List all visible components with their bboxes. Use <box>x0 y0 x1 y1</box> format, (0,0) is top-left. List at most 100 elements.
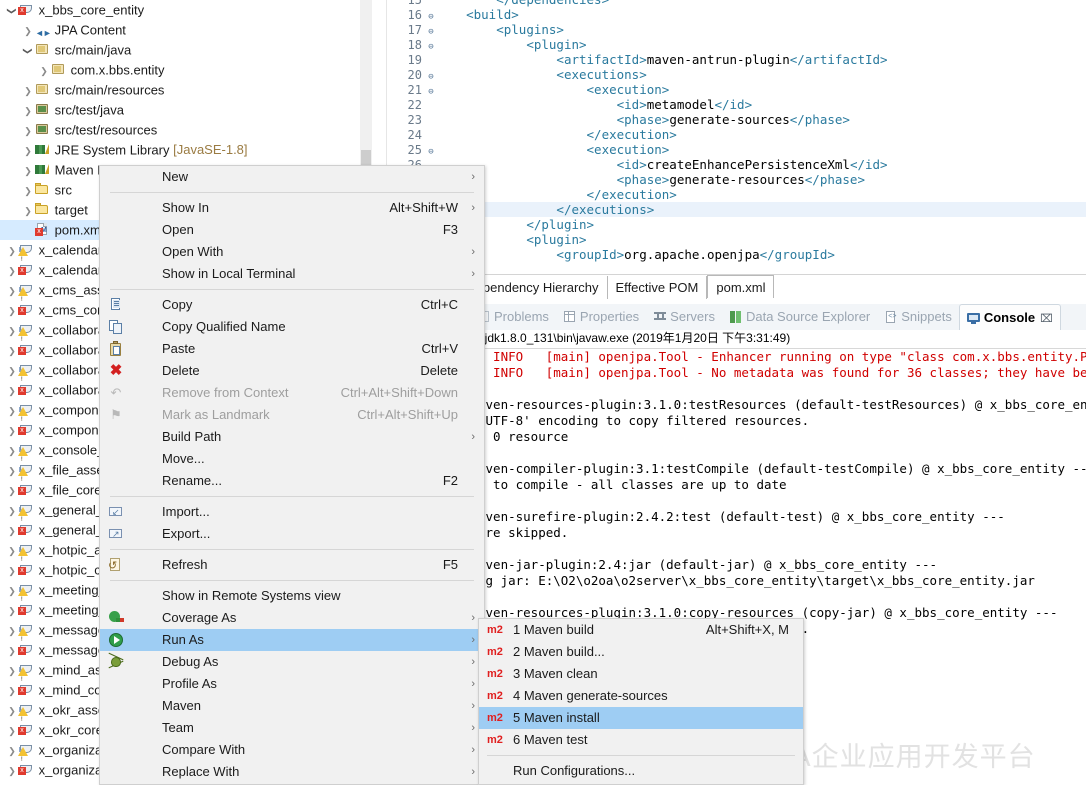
pom-tab-pom-xml[interactable]: pom.xml <box>707 275 774 298</box>
menu-item-run-as[interactable]: Run As› <box>100 629 484 651</box>
chevron-right-icon[interactable]: ❯ <box>6 361 18 381</box>
editor-line[interactable]: 25⊖ <execution> <box>382 142 1086 157</box>
chevron-right-icon[interactable]: ❯ <box>6 601 18 621</box>
chevron-right-icon[interactable]: ❯ <box>6 321 18 341</box>
chevron-right-icon[interactable]: ❯ <box>6 341 18 361</box>
run-as-item-6-maven-test[interactable]: m26 Maven test <box>479 729 803 751</box>
menu-item-show-in-remote-systems-view[interactable]: Show in Remote Systems view <box>100 585 484 607</box>
menu-item-coverage-as[interactable]: Coverage As› <box>100 607 484 629</box>
chevron-right-icon[interactable]: ❯ <box>6 541 18 561</box>
menu-item-move[interactable]: Move... <box>100 448 484 470</box>
chevron-right-icon[interactable]: ❯ <box>6 761 18 781</box>
menu-item-build-path[interactable]: Build Path› <box>100 426 484 448</box>
chevron-right-icon[interactable]: ❯ <box>6 241 18 261</box>
chevron-right-icon[interactable]: ❯ <box>6 421 18 441</box>
menu-item-copy-qualified-name[interactable]: Copy Qualified Name <box>100 316 484 338</box>
editor-line[interactable]: <phase>generate-resources</phase> <box>382 172 1086 187</box>
view-tab-servers[interactable]: Servers <box>646 304 722 330</box>
editor-line[interactable]: 23 <phase>generate-sources</phase> <box>382 112 1086 127</box>
menu-item-open-with[interactable]: Open With› <box>100 241 484 263</box>
tree-item[interactable]: ❯ src/test/resources <box>0 120 372 140</box>
editor-line[interactable]: 21⊖ <execution> <box>382 82 1086 97</box>
chevron-right-icon[interactable]: ❯ <box>6 681 18 701</box>
tree-item[interactable]: ❯ src/main/java <box>0 40 372 60</box>
menu-item-export[interactable]: ↗Export... <box>100 523 484 545</box>
menu-item-compare-with[interactable]: Compare With› <box>100 739 484 761</box>
chevron-right-icon[interactable]: ❯ <box>22 201 34 221</box>
run-as-submenu[interactable]: m21 Maven buildAlt+Shift+X, Mm22 Maven b… <box>478 618 804 785</box>
chevron-right-icon[interactable]: ❯ <box>6 661 18 681</box>
chevron-right-icon[interactable]: ❯ <box>6 401 18 421</box>
menu-item-debug-as[interactable]: Debug As› <box>100 651 484 673</box>
editor-line[interactable]: 16⊖ <build> <box>382 7 1086 22</box>
menu-item-show-in[interactable]: Show InAlt+Shift+W› <box>100 197 484 219</box>
tree-item[interactable]: ❯Mx x_bbs_core_entity <box>0 0 372 20</box>
editor-line[interactable]: <groupId>org.apache.openjpa</groupId> <box>382 247 1086 262</box>
view-tab-console[interactable]: Console⌧ <box>959 304 1061 331</box>
menu-item-open[interactable]: OpenF3 <box>100 219 484 241</box>
editor-line[interactable]: 15 </dependencies> <box>382 0 1086 7</box>
editor-line[interactable]: <plugin> <box>382 232 1086 247</box>
menu-item-maven[interactable]: Maven› <box>100 695 484 717</box>
view-tab-data-source-explorer[interactable]: Data Source Explorer <box>722 304 877 330</box>
run-as-item-2-maven-build[interactable]: m22 Maven build... <box>479 641 803 663</box>
run-as-item-3-maven-clean[interactable]: m23 Maven clean <box>479 663 803 685</box>
chevron-right-icon[interactable]: ❯ <box>6 721 18 741</box>
chevron-right-icon[interactable]: ❯ <box>22 121 34 141</box>
menu-item-copy[interactable]: CopyCtrl+C <box>100 294 484 316</box>
pom-editor-tabs[interactable]: endenciesDependency HierarchyEffective P… <box>382 274 1086 298</box>
chevron-right-icon[interactable]: ❯ <box>22 81 34 101</box>
chevron-right-icon[interactable]: ❯ <box>22 181 34 201</box>
chevron-right-icon[interactable]: ❯ <box>6 441 18 461</box>
chevron-right-icon[interactable]: ❯ <box>22 101 34 121</box>
pom-xml-editor[interactable]: 15 </dependencies>16⊖ <build>17⊖ <plugin… <box>382 0 1086 272</box>
chevron-right-icon[interactable]: ❯ <box>22 141 34 161</box>
editor-line[interactable]: 24 </execution> <box>382 127 1086 142</box>
tree-item[interactable]: ❯ src/test/java <box>0 100 372 120</box>
tree-item[interactable]: ❯ JPA Content <box>0 20 372 40</box>
run-as-item-run-configurations[interactable]: Run Configurations... <box>479 760 803 782</box>
menu-item-import[interactable]: ↙Import... <box>100 501 484 523</box>
editor-line[interactable]: 20⊖ <executions> <box>382 67 1086 82</box>
editor-line[interactable]: </plugin> <box>382 217 1086 232</box>
chevron-right-icon[interactable]: ❯ <box>6 741 18 761</box>
chevron-right-icon[interactable]: ❯ <box>22 21 34 41</box>
chevron-right-icon[interactable]: ❯ <box>6 481 18 501</box>
menu-item-rename[interactable]: Rename...F2 <box>100 470 484 492</box>
editor-line[interactable]: 26 <id>createEnhancePersistenceXml</id> <box>382 157 1086 172</box>
tree-item[interactable]: ❯ com.x.bbs.entity <box>0 60 372 80</box>
chevron-right-icon[interactable]: ❯ <box>6 381 18 401</box>
editor-line[interactable]: 22 <id>metamodel</id> <box>382 97 1086 112</box>
menu-item-show-in-local-terminal[interactable]: Show in Local Terminal› <box>100 263 484 285</box>
chevron-right-icon[interactable]: ❯ <box>6 521 18 541</box>
view-tab-properties[interactable]: Properties <box>556 304 646 330</box>
pom-tab-effective-pom[interactable]: Effective POM <box>608 276 708 299</box>
view-tab-snippets[interactable]: <>Snippets <box>877 304 959 330</box>
editor-line[interactable]: 19 <artifactId>maven-antrun-plugin</arti… <box>382 52 1086 67</box>
run-as-item-1-maven-build[interactable]: m21 Maven buildAlt+Shift+X, M <box>479 619 803 641</box>
menu-item-team[interactable]: Team› <box>100 717 484 739</box>
bottom-view-tabs[interactable]: ProblemsPropertiesServersData Source Exp… <box>470 304 1086 330</box>
menu-item-delete[interactable]: ✖DeleteDelete <box>100 360 484 382</box>
context-menu-items[interactable]: New›Show InAlt+Shift+W›OpenF3Open With›S… <box>100 166 484 785</box>
project-context-menu[interactable]: New›Show InAlt+Shift+W›OpenF3Open With›S… <box>99 165 485 785</box>
chevron-right-icon[interactable]: ❯ <box>6 641 18 661</box>
menu-item-refresh[interactable]: ↺RefreshF5 <box>100 554 484 576</box>
close-icon[interactable]: ⌧ <box>1040 313 1053 325</box>
menu-item-paste[interactable]: PasteCtrl+V <box>100 338 484 360</box>
editor-line[interactable]: 18⊖ <plugin> <box>382 37 1086 52</box>
chevron-right-icon[interactable]: ❯ <box>6 461 18 481</box>
menu-item-new[interactable]: New› <box>100 166 484 188</box>
chevron-right-icon[interactable]: ❯ <box>6 701 18 721</box>
editor-line[interactable]: 17⊖ <plugins> <box>382 22 1086 37</box>
menu-item-profile-as[interactable]: Profile As› <box>100 673 484 695</box>
chevron-right-icon[interactable]: ❯ <box>6 281 18 301</box>
chevron-right-icon[interactable]: ❯ <box>6 581 18 601</box>
menu-item-replace-with[interactable]: Replace With› <box>100 761 484 783</box>
run-as-item-5-maven-install[interactable]: m25 Maven install <box>479 707 803 729</box>
chevron-right-icon[interactable]: ❯ <box>6 501 18 521</box>
chevron-right-icon[interactable]: ❯ <box>6 301 18 321</box>
chevron-right-icon[interactable]: ❯ <box>22 161 34 181</box>
tree-item[interactable]: ❯ src/main/resources <box>0 80 372 100</box>
run-as-item-4-maven-generate-sources[interactable]: m24 Maven generate-sources <box>479 685 803 707</box>
